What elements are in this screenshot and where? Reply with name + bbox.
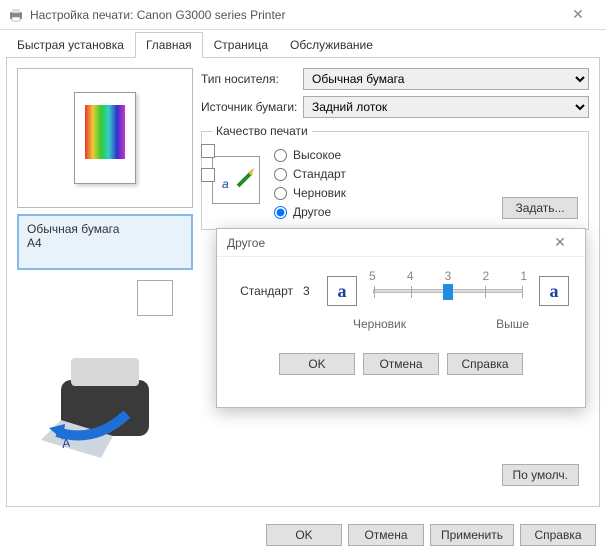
quality-legend: Качество печати [212, 124, 312, 138]
help-button[interactable]: Справка [520, 524, 596, 546]
set-button[interactable]: Задать... [502, 197, 578, 219]
tab-quick[interactable]: Быстрая установка [6, 32, 135, 58]
paper-source-select[interactable]: Задний лоток [303, 96, 589, 118]
defaults-button[interactable]: По умолч. [502, 464, 579, 486]
info-size: A4 [27, 236, 183, 250]
tab-strip: Быстрая установка Главная Страница Обслу… [0, 30, 606, 58]
cancel-button[interactable]: Отмена [348, 524, 424, 546]
dialog-close-icon[interactable]: ✕ [545, 234, 575, 251]
checkbox-stub-2[interactable] [201, 168, 215, 182]
quality-radio-draft[interactable]: Черновик [274, 186, 346, 200]
dialog-help-button[interactable]: Справка [447, 353, 523, 375]
window-title: Настройка печати: Canon G3000 series Pri… [30, 8, 558, 22]
color-swatch [137, 280, 173, 316]
printer-icon [8, 7, 24, 23]
dialog-cancel-button[interactable]: Отмена [363, 353, 439, 375]
slider-label: Стандарт [233, 284, 293, 298]
custom-quality-dialog: Другое ✕ Стандарт 3 a 5 4 3 2 1 [216, 228, 586, 408]
close-icon[interactable]: ✕ [558, 6, 598, 23]
draft-icon: a [327, 276, 357, 306]
dialog-title: Другое [227, 236, 265, 250]
high-icon: a [539, 276, 569, 306]
page-preview [17, 68, 193, 208]
slider-value: 3 [303, 284, 317, 298]
tab-main[interactable]: Главная [135, 32, 203, 58]
printer-image: A [17, 322, 193, 496]
tab-service[interactable]: Обслуживание [279, 32, 384, 58]
media-type-label: Тип носителя: [201, 72, 303, 86]
checkbox-stub-1[interactable] [201, 144, 215, 158]
info-media: Обычная бумага [27, 222, 183, 236]
quality-slider[interactable] [373, 289, 523, 293]
quality-group: Качество печати a Высокое Стандарт Черно… [201, 124, 589, 230]
slider-caption-left: Черновик [353, 317, 406, 331]
quality-radio-custom[interactable]: Другое [274, 205, 346, 219]
svg-text:a: a [222, 177, 229, 191]
selection-info: Обычная бумага A4 [17, 214, 193, 270]
media-type-select[interactable]: Обычная бумага [303, 68, 589, 90]
slider-caption-right: Выше [496, 317, 529, 331]
tab-page[interactable]: Страница [203, 32, 279, 58]
dialog-ok-button[interactable]: OK [279, 353, 355, 375]
paper-source-label: Источник бумаги: [201, 100, 303, 114]
quality-radio-standard[interactable]: Стандарт [274, 167, 346, 181]
apply-button[interactable]: Применить [430, 524, 514, 546]
quality-radio-high[interactable]: Высокое [274, 148, 346, 162]
quality-icon: a [212, 156, 260, 204]
ok-button[interactable]: OK [266, 524, 342, 546]
